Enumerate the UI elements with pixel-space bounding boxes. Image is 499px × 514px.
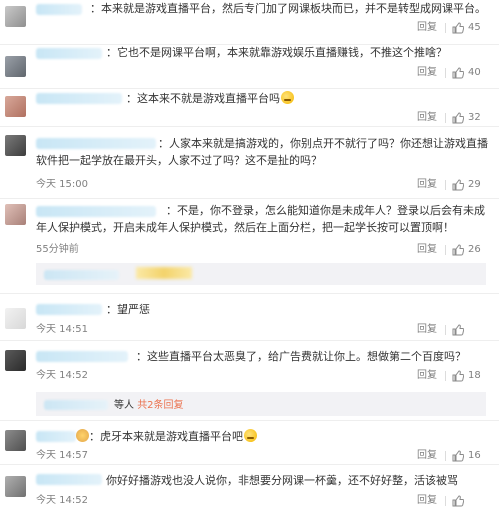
comment-item: ：虎牙本来就是游戏直播平台吧 今天 14:57 回复 16 — [0, 420, 499, 465]
thumbs-up-icon — [452, 67, 464, 79]
divider — [445, 23, 446, 33]
like-button[interactable]: 29 — [452, 179, 481, 191]
like-count: 32 — [468, 112, 481, 123]
timestamp: 今天 14:52 — [36, 495, 88, 506]
timestamp: 今天 14:57 — [36, 450, 88, 461]
thumbs-up-icon — [452, 495, 464, 507]
sub-reply-preview: 等人 共2条回复 — [36, 392, 486, 416]
comment-text: ：这些直播平台太恶臭了，给广告费就让你上。想做第二个百度吗？ — [136, 350, 466, 363]
avatar[interactable] — [5, 135, 26, 156]
avatar[interactable] — [5, 308, 26, 329]
emoji-icon — [76, 429, 89, 442]
avatar[interactable] — [5, 56, 26, 77]
avatar[interactable] — [5, 6, 26, 27]
like-button[interactable] — [452, 324, 468, 336]
divider — [445, 245, 446, 255]
divider — [445, 496, 446, 506]
sub-reply-summary: 等人 共2条回复 — [114, 400, 184, 412]
thumbs-up-icon — [452, 22, 464, 34]
like-count: 16 — [468, 450, 481, 461]
sub-reply-prefix: 等人 — [114, 400, 134, 411]
reply-button[interactable]: 回复 — [417, 244, 437, 256]
reply-button[interactable]: 回复 — [417, 67, 437, 79]
comment-text: ：本来就是游戏直播平台，然后专门加了网课板块而已，并不是转型成网课平台。 — [90, 2, 486, 15]
thumbs-up-icon — [452, 244, 464, 256]
comment-text: ：人家本来就是搞游戏的，你别点开不就行了吗？你还想让游戏直播软件把一起学放在最开… — [36, 137, 488, 167]
timestamp: 今天 15:00 — [36, 179, 88, 190]
like-count: 18 — [468, 370, 481, 381]
reply-button[interactable]: 回复 — [417, 324, 437, 336]
sub-reply-preview — [36, 263, 486, 285]
comment-item: ：本来就是游戏直播平台，然后专门加了网课板块而已，并不是转型成网课平台。 回复 … — [0, 0, 499, 45]
reply-button[interactable]: 回复 — [417, 179, 437, 191]
comment-item: ：不是，你不登录，怎么能知道你是未成年人？登录以后会有未成年人保护模式，开启未成… — [0, 198, 499, 294]
reply-button[interactable]: 回复 — [417, 22, 437, 34]
avatar[interactable] — [5, 204, 26, 225]
like-button[interactable] — [452, 495, 468, 507]
comment-item: ：望严惩 今天 14:51 回复 — [0, 293, 499, 341]
emoji-icon — [244, 429, 257, 442]
comment-item: ：这本来不就是游戏直播平台吗 回复 32 — [0, 88, 499, 127]
like-button[interactable]: 16 — [452, 450, 481, 462]
like-count: 26 — [468, 244, 481, 255]
divider — [445, 113, 446, 123]
reply-button[interactable]: 回复 — [417, 450, 437, 462]
comment-item: ：这些直播平台太恶臭了，给广告费就让你上。想做第二个百度吗？ 今天 14:52 … — [0, 340, 499, 421]
avatar[interactable] — [5, 430, 26, 451]
like-button[interactable]: 40 — [452, 67, 481, 79]
comment-item: ：它也不是网课平台啊，本来就靠游戏娱乐直播赚钱，不推这个推啥？ 回复 40 — [0, 44, 499, 89]
sub-reply-username[interactable] — [44, 270, 119, 280]
like-button[interactable]: 26 — [452, 244, 481, 256]
divider — [445, 371, 446, 381]
divider — [445, 180, 446, 190]
comment-text: ：虎牙本来就是游戏直播平台吧 — [36, 428, 489, 445]
thumbs-up-icon — [452, 370, 464, 382]
comment-text: 你好好播游戏也没人说你，非想要分网课一杯羹，还不好好整，活该被骂 — [106, 474, 458, 487]
thumbs-up-icon — [452, 179, 464, 191]
timestamp: 今天 14:52 — [36, 370, 88, 381]
comment-text: ：它也不是网课平台啊，本来就靠游戏娱乐直播赚钱，不推这个推啥？ — [106, 46, 447, 59]
avatar[interactable] — [5, 96, 26, 117]
thumbs-up-icon — [452, 112, 464, 124]
emoji-icon — [281, 91, 294, 104]
sub-reply-emoji — [136, 267, 192, 279]
sub-reply-username[interactable] — [44, 400, 108, 410]
like-button[interactable]: 18 — [452, 370, 481, 382]
comment-item: 你好好播游戏也没人说你，非想要分网课一杯羹，还不好好整，活该被骂 今天 14:5… — [0, 464, 499, 514]
like-count: 40 — [468, 67, 481, 78]
like-button[interactable]: 32 — [452, 112, 481, 124]
timestamp: 今天 14:51 — [36, 324, 88, 335]
divider — [445, 68, 446, 78]
reply-button[interactable]: 回复 — [417, 112, 437, 124]
comment-text: ：不是，你不登录，怎么能知道你是未成年人？登录以后会有未成年人保护模式，开启未成… — [36, 204, 485, 234]
reply-button[interactable]: 回复 — [417, 495, 437, 507]
avatar[interactable] — [5, 476, 26, 497]
like-count: 45 — [468, 22, 481, 33]
thumbs-up-icon — [452, 324, 464, 336]
view-replies-link[interactable]: 共2条回复 — [137, 400, 183, 411]
divider — [445, 451, 446, 461]
avatar[interactable] — [5, 350, 26, 371]
comment-item: ：人家本来就是搞游戏的，你别点开不就行了吗？你还想让游戏直播软件把一起学放在最开… — [0, 126, 499, 199]
comment-text: ：这本来不就是游戏直播平台吗 — [36, 90, 489, 107]
like-button[interactable]: 45 — [452, 22, 481, 34]
comment-text: ：望严惩 — [106, 303, 150, 316]
comment-feed: ：本来就是游戏直播平台，然后专门加了网课板块而已，并不是转型成网课平台。 回复 … — [0, 0, 499, 514]
thumbs-up-icon — [452, 450, 464, 462]
reply-button[interactable]: 回复 — [417, 370, 437, 382]
divider — [445, 325, 446, 335]
like-count: 29 — [468, 179, 481, 190]
timestamp: 55分钟前 — [36, 244, 79, 255]
